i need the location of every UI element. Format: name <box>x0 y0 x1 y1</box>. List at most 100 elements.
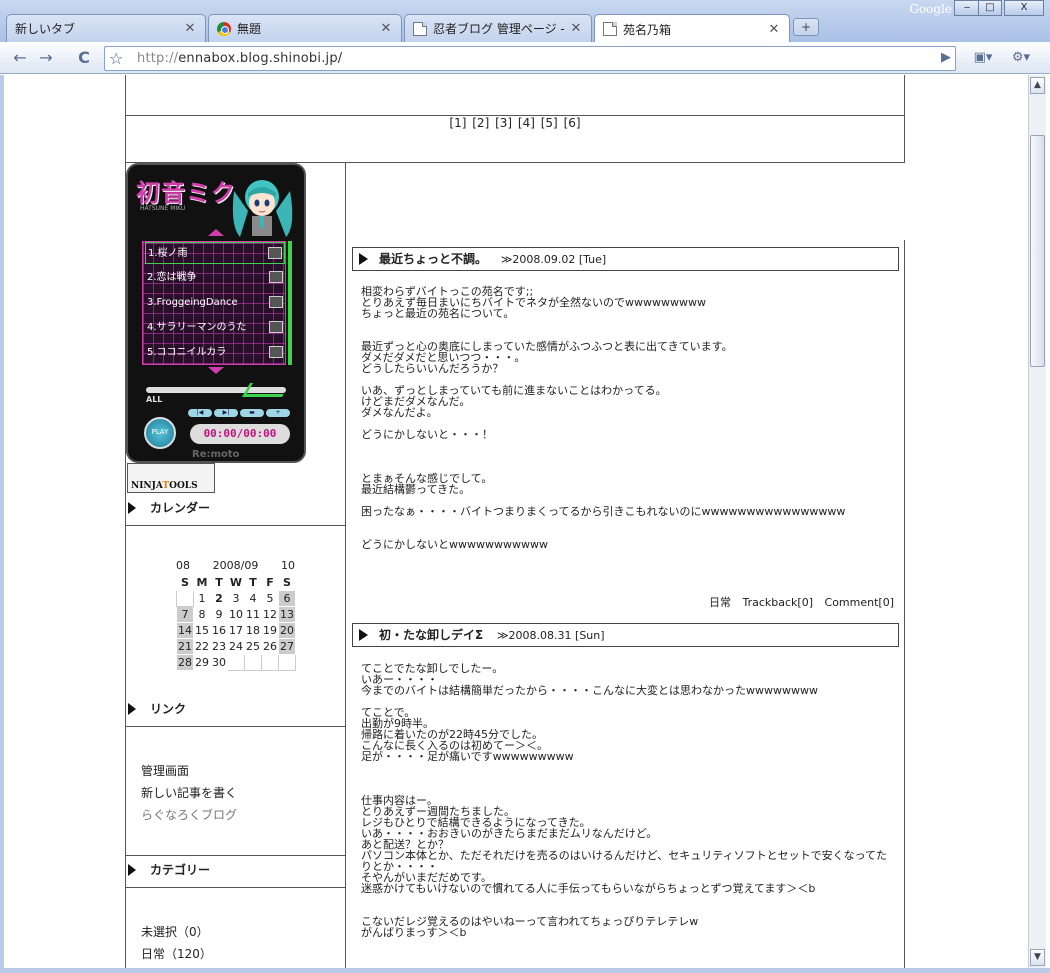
reload-icon[interactable]: C <box>72 46 96 70</box>
track-label: 5.ココニイルカラ <box>147 347 227 358</box>
tab-untitled[interactable]: 無題 ✕ <box>208 14 402 42</box>
calendar-day[interactable]: 30 <box>210 654 228 671</box>
page-link[interactable]: [5] <box>541 116 558 130</box>
calendar-day[interactable]: 26 <box>261 638 279 655</box>
volume-up-button[interactable]: + <box>266 409 290 417</box>
calendar-day[interactable]: 22 <box>193 638 211 655</box>
calendar-day[interactable]: 14 <box>176 622 194 639</box>
calendar-day[interactable]: 3 <box>227 590 245 607</box>
scroll-up-arrow-icon[interactable]: ▲ <box>1030 77 1045 94</box>
tab-ninja-admin[interactable]: 忍者ブログ 管理ページ - NI... ✕ <box>404 14 592 42</box>
tab-new-tab[interactable]: 新しいタブ ✕ <box>6 14 206 42</box>
playlist-scrollbar[interactable] <box>288 241 292 365</box>
pager: [1] [2] [3] [4] [5] [6] <box>125 116 905 130</box>
calendar-day[interactable]: 13 <box>278 606 296 623</box>
calendar-next-link[interactable]: 10 <box>281 559 295 572</box>
track-label: 4.サラリーマンのうた <box>147 322 247 333</box>
close-icon[interactable]: ✕ <box>767 22 781 37</box>
playlist-item[interactable]: 4.サラリーマンのうた <box>145 317 285 339</box>
comment-link[interactable]: Comment[0] <box>825 596 894 609</box>
page-link[interactable]: [1] <box>449 116 466 130</box>
calendar-day[interactable]: 27 <box>278 638 296 655</box>
post-title[interactable]: 初・たな卸しデイΣ <box>379 628 483 642</box>
link-admin[interactable]: 管理画面 <box>141 762 189 779</box>
link-new-post[interactable]: 新しい記事を書く <box>141 784 237 801</box>
new-tab-button[interactable]: + <box>793 18 819 36</box>
calendar-day[interactable]: 29 <box>193 654 211 671</box>
chrome-icon <box>217 21 231 36</box>
repeat-all-label[interactable]: ALL <box>146 395 162 404</box>
volume-wedge[interactable] <box>241 383 291 397</box>
post-title[interactable]: 最近ちょっと不調。 <box>379 252 487 266</box>
close-window-button[interactable]: X <box>1004 0 1044 16</box>
calendar-day[interactable]: 21 <box>176 638 194 655</box>
category-unselected[interactable]: 未選択（0） <box>141 923 209 940</box>
calendar-day <box>244 654 262 671</box>
calendar-day[interactable]: 8 <box>193 606 211 623</box>
calendar-day[interactable]: 2 <box>210 590 228 607</box>
tab-ennabox[interactable]: 苑名乃箱 ✕ <box>594 14 790 43</box>
calendar-day[interactable]: 23 <box>210 638 228 655</box>
play-button[interactable]: PLAY <box>144 417 176 449</box>
trackback-link[interactable]: Trackback[0] <box>743 596 814 609</box>
calendar-day[interactable]: 12 <box>261 606 279 623</box>
playlist-item[interactable]: 2.恋は戦争 <box>145 267 285 289</box>
page-link[interactable]: [3] <box>495 116 512 130</box>
close-icon[interactable]: ✕ <box>183 21 197 36</box>
calendar-day[interactable]: 7 <box>176 606 194 623</box>
calendar-day[interactable]: 24 <box>227 638 245 655</box>
category-daily[interactable]: 日常（120） <box>141 945 212 962</box>
calendar-day[interactable]: 17 <box>227 622 245 639</box>
go-icon[interactable]: ▶ <box>934 46 958 70</box>
calendar-day[interactable]: 18 <box>244 622 262 639</box>
forward-arrow-icon[interactable]: → <box>34 46 58 70</box>
calendar-day[interactable]: 1 <box>193 590 211 607</box>
calendar-day[interactable]: 15 <box>193 622 211 639</box>
calendar-day <box>278 654 296 671</box>
link-ragnarok-blog[interactable]: らぐなろくブログ <box>141 806 237 823</box>
close-icon[interactable]: ✕ <box>379 21 393 36</box>
vertical-scrollbar[interactable]: ▲ ▼ <box>1028 75 1046 968</box>
wrench-menu-icon[interactable]: ⚙▾ <box>1004 46 1038 70</box>
calendar-day[interactable]: 20 <box>278 622 296 639</box>
calendar-day[interactable]: 28 <box>176 654 194 671</box>
scroll-down-icon[interactable] <box>208 367 224 374</box>
scroll-down-arrow-icon[interactable]: ▼ <box>1030 949 1045 966</box>
calendar-day[interactable]: 9 <box>210 606 228 623</box>
address-bar[interactable]: ☆ http://ennabox.blog.shinobi.jp/ <box>104 46 956 71</box>
calendar-day[interactable]: 19 <box>261 622 279 639</box>
triangle-bullet-icon <box>359 253 368 265</box>
track-image-icon <box>269 321 283 333</box>
volume-down-button[interactable]: ▬ <box>240 409 264 417</box>
calendar-day[interactable]: 6 <box>278 590 296 607</box>
calendar-day[interactable]: 4 <box>244 590 262 607</box>
post-category-link[interactable]: 日常 <box>709 596 731 609</box>
prev-button[interactable]: |◀ <box>188 409 212 417</box>
calendar-day[interactable]: 11 <box>244 606 262 623</box>
close-icon[interactable]: ✕ <box>569 21 583 36</box>
page-link[interactable]: [4] <box>518 116 535 130</box>
page-link[interactable]: [2] <box>472 116 489 130</box>
calendar-prev-link[interactable]: 08 <box>176 559 190 572</box>
minimize-button[interactable]: ‒ <box>954 0 980 16</box>
playlist-item[interactable]: 1.桜ノ雨 <box>145 242 285 264</box>
bookmark-star-icon[interactable]: ☆ <box>109 49 123 68</box>
calendar-day[interactable]: 5 <box>261 590 279 607</box>
page-menu-icon[interactable]: ▣▾ <box>966 46 1000 70</box>
playlist-item[interactable]: 3.FroggeingDance <box>145 292 285 314</box>
scrollbar-thumb[interactable] <box>1030 135 1045 367</box>
playlist-item[interactable]: 5.ココニイルカラ <box>145 342 285 364</box>
ninja-tools-logo[interactable]: NINJATOOLS <box>127 463 215 493</box>
back-arrow-icon[interactable]: ← <box>8 46 32 70</box>
url-text[interactable]: http://ennabox.blog.shinobi.jp/ <box>137 51 342 66</box>
page-link[interactable]: [6] <box>564 116 581 130</box>
calendar-day[interactable]: 16 <box>210 622 228 639</box>
calendar-day[interactable]: 25 <box>244 638 262 655</box>
post-footer: 日常 Trackback[0] Comment[0] <box>361 594 894 610</box>
calendar-day[interactable]: 10 <box>227 606 245 623</box>
maximize-button[interactable]: □ <box>978 0 1002 16</box>
next-button[interactable]: ▶| <box>214 409 238 417</box>
player-subtitle: HATSUNE MIKU <box>140 205 186 212</box>
scroll-up-icon[interactable] <box>208 229 224 236</box>
document-icon <box>603 22 617 36</box>
